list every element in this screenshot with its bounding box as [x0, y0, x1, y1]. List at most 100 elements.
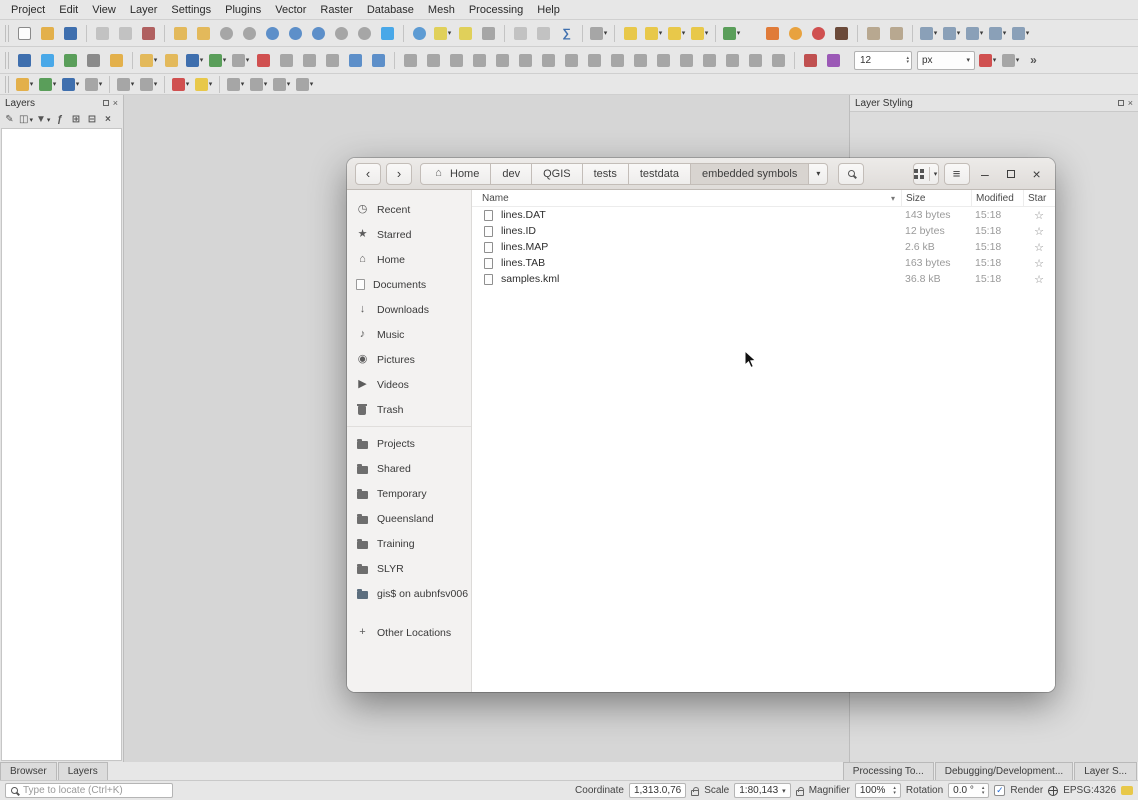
column-header-star[interactable]: Star	[1023, 190, 1055, 206]
zoom-in-icon[interactable]	[216, 23, 237, 44]
sidebar-item[interactable]: ▶ Videos	[347, 372, 471, 397]
shape-ellipse-icon[interactable]: ▾	[294, 74, 315, 95]
units-combobox[interactable]: px ▾	[917, 51, 975, 70]
menu-item[interactable]: Plugins	[218, 0, 268, 20]
export-map-4-icon[interactable]: ▾	[987, 23, 1008, 44]
zoom-to-selection-icon[interactable]	[285, 23, 306, 44]
shape-rectangle-icon[interactable]: ▾	[271, 74, 292, 95]
messages-icon[interactable]	[1121, 786, 1133, 795]
menu-item[interactable]: Edit	[52, 0, 85, 20]
split-features-icon[interactable]	[630, 50, 651, 71]
first-aid-plugin-icon[interactable]	[762, 23, 783, 44]
vertex-tool-icon[interactable]: ▾	[230, 50, 251, 71]
rotate-point-symbols-icon[interactable]	[722, 50, 743, 71]
close-panel-icon[interactable]: ×	[1128, 99, 1133, 108]
crs-value[interactable]: EPSG:4326	[1063, 785, 1116, 796]
select-by-expression-icon[interactable]	[455, 23, 476, 44]
close-button[interactable]: ×	[1026, 162, 1047, 186]
circle-annotation-icon[interactable]: ▾	[83, 74, 104, 95]
file-row[interactable]: samples.kml 36.8 kB 15:18 ☆	[472, 271, 1055, 287]
project-open-icon[interactable]	[37, 23, 58, 44]
undo-history-icon[interactable]	[785, 23, 806, 44]
sidebar-item[interactable]: SLYR	[347, 556, 471, 581]
expand-all-icon[interactable]: ⊞	[68, 112, 83, 127]
shape-circle-icon[interactable]: ▾	[248, 74, 269, 95]
deselect-all-icon[interactable]	[478, 23, 499, 44]
menu-item[interactable]: Processing	[462, 0, 530, 20]
search-button[interactable]	[838, 163, 864, 185]
spinner-arrows-icon[interactable]: ▴▾	[902, 56, 909, 65]
maximize-button[interactable]	[1000, 162, 1021, 186]
shape-digitize-icon[interactable]: ▾	[225, 74, 246, 95]
sidebar-item[interactable]: ◉ Pictures	[347, 347, 471, 372]
file-row[interactable]: lines.DAT 143 bytes 15:18 ☆	[472, 207, 1055, 223]
minimize-button[interactable]: –	[975, 162, 996, 186]
sidebar-item[interactable]: + Other Locations	[347, 620, 471, 645]
manage-map-themes-icon[interactable]: ◫▾	[18, 112, 34, 127]
menu-item[interactable]: Help	[530, 0, 567, 20]
dock-tab[interactable]: Layer S...	[1074, 762, 1137, 780]
diagram-options-icon[interactable]: ▾	[689, 23, 710, 44]
dock-tab[interactable]: Debugging/Development...	[935, 762, 1073, 780]
fill-ring-icon[interactable]	[515, 50, 536, 71]
zoom-to-layer-icon[interactable]	[308, 23, 329, 44]
new-bookmark-icon[interactable]: ▾	[721, 23, 742, 44]
rotate-feature-icon[interactable]	[423, 50, 444, 71]
breadcrumb-item[interactable]: embedded symbols	[691, 163, 809, 185]
merge-attributes-icon[interactable]	[699, 50, 720, 71]
enable-tracing-icon[interactable]	[823, 50, 844, 71]
render-checkbox[interactable]: ✓	[994, 785, 1005, 796]
breadcrumb-item[interactable]: dev	[491, 163, 532, 185]
breadcrumb-item[interactable]: ⌂ Home	[420, 163, 491, 185]
menu-item[interactable]: Mesh	[421, 0, 462, 20]
menu-item[interactable]: Project	[4, 0, 52, 20]
line-annotation-icon[interactable]: ▾	[37, 74, 58, 95]
digitize-feature-icon[interactable]: ▾	[207, 50, 228, 71]
pan-to-selection-icon[interactable]	[193, 23, 214, 44]
split-parts-icon[interactable]	[653, 50, 674, 71]
column-header-modified[interactable]: Modified	[971, 190, 1023, 206]
save-layer-edits-icon[interactable]: ▾	[184, 50, 205, 71]
sidebar-item[interactable]: Training	[347, 531, 471, 556]
zoom-next-icon[interactable]	[354, 23, 375, 44]
sidebar-item[interactable]: ⌂ Home	[347, 247, 471, 272]
lock-scale-icon[interactable]	[796, 790, 804, 796]
toolbar-grip[interactable]	[5, 52, 10, 69]
menu-item[interactable]: Database	[360, 0, 421, 20]
open-attribute-table-icon[interactable]	[510, 23, 531, 44]
offset-point-symbols-icon[interactable]	[745, 50, 766, 71]
filter-legend-icon[interactable]: ▼▾	[35, 112, 51, 127]
fix-geometries-icon[interactable]: ▾	[138, 74, 159, 95]
delete-part-icon[interactable]	[561, 50, 582, 71]
paste-features-icon[interactable]	[322, 50, 343, 71]
redo-icon[interactable]	[368, 50, 389, 71]
toolbar-grip[interactable]	[5, 25, 10, 42]
add-ring-icon[interactable]	[469, 50, 490, 71]
menu-button[interactable]: ≡	[944, 163, 970, 185]
move-feature-icon[interactable]	[400, 50, 421, 71]
menu-item[interactable]: View	[85, 0, 123, 20]
add-part-icon[interactable]	[492, 50, 513, 71]
font-size-spinbox[interactable]: 12 ▴▾	[854, 51, 912, 70]
snapping-options-icon[interactable]	[800, 50, 821, 71]
map-refresh-icon[interactable]	[377, 23, 398, 44]
file-row[interactable]: lines.MAP 2.6 kB 15:18 ☆	[472, 239, 1055, 255]
sidebar-item[interactable]: ◷ Recent	[347, 197, 471, 222]
text-color-icon[interactable]: ▾	[977, 50, 998, 71]
resource-sharing-icon[interactable]	[808, 23, 829, 44]
project-new-icon[interactable]	[14, 23, 35, 44]
label-options-icon[interactable]: ▾	[643, 23, 664, 44]
rotation-spinbox[interactable]: 0.0 ° ▴▾	[948, 783, 989, 798]
simplify-feature-icon[interactable]	[446, 50, 467, 71]
metasearch-icon[interactable]	[37, 50, 58, 71]
sidebar-item[interactable]: gis$ on aubnfsv006	[347, 581, 471, 606]
zoom-full-icon[interactable]	[262, 23, 283, 44]
trim-extend-icon[interactable]	[768, 50, 789, 71]
current-edits-icon[interactable]: ▾	[138, 50, 159, 71]
lock-extent-icon[interactable]	[691, 790, 699, 796]
layout-manager-icon[interactable]	[115, 23, 136, 44]
delete-ring-icon[interactable]	[538, 50, 559, 71]
chevron-down-icon[interactable]: ▾	[929, 167, 938, 181]
sidebar-item[interactable]: ↓ Downloads	[347, 297, 471, 322]
file-row[interactable]: lines.TAB 163 bytes 15:18 ☆	[472, 255, 1055, 271]
